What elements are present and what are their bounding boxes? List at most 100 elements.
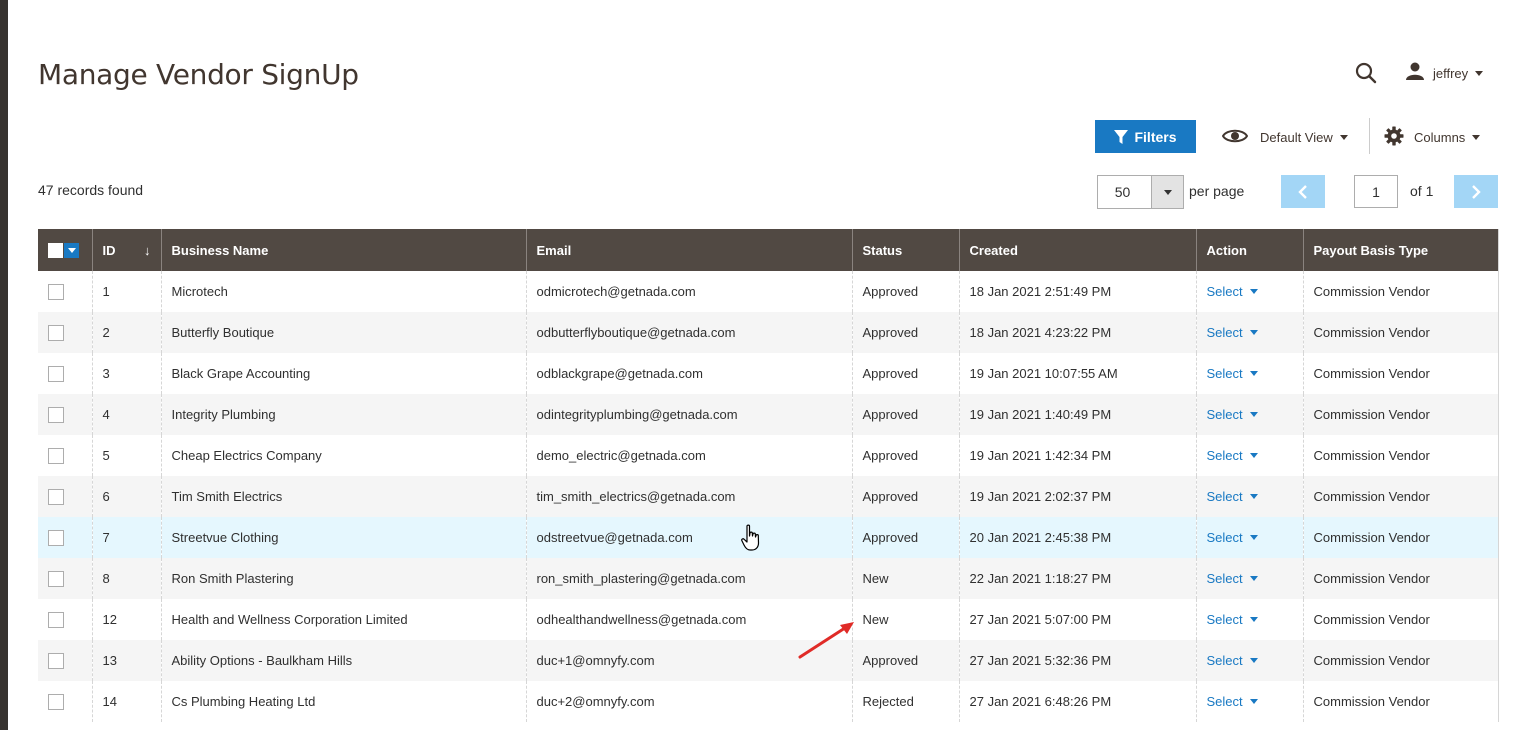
cell-created: 18 Jan 2021 2:51:49 PM: [958, 271, 1196, 312]
cell-status: Approved: [851, 271, 959, 312]
cell-email: odbutterflyboutique@getnada.com: [525, 312, 852, 353]
cell-id: 3: [91, 353, 161, 394]
column-header-created[interactable]: Created: [958, 229, 1196, 271]
page-number-input[interactable]: 1: [1354, 175, 1398, 208]
table-row[interactable]: 12 Health and Wellness Corporation Limite…: [38, 599, 1498, 640]
row-action-label: Select: [1206, 366, 1243, 381]
row-checkbox[interactable]: [48, 570, 64, 587]
chevron-left-icon: [1298, 184, 1307, 199]
cell-payout: Commission Vendor: [1302, 599, 1498, 640]
chevron-down-icon: [1249, 412, 1258, 417]
cell-email: odstreetvue@getnada.com: [525, 517, 852, 558]
row-checkbox[interactable]: [48, 652, 64, 669]
table-row[interactable]: 7 Streetvue Clothing odstreetvue@getnada.c…: [38, 517, 1498, 558]
row-action-select[interactable]: Select: [1207, 612, 1258, 627]
eye-icon: [1221, 128, 1249, 147]
cell-business: Ability Options - Baulkham Hills: [160, 640, 526, 681]
cell-created: 18 Jan 2021 4:23:22 PM: [958, 312, 1196, 353]
cell-id: 14: [91, 681, 161, 722]
row-action-select[interactable]: Select: [1207, 407, 1258, 422]
filters-button[interactable]: Filters: [1095, 120, 1196, 153]
cell-email: odmicrotech@getnada.com: [525, 271, 852, 312]
per-page-select[interactable]: 50: [1097, 175, 1184, 209]
per-page-dropdown-button[interactable]: [1151, 176, 1183, 208]
cell-payout: Commission Vendor: [1302, 476, 1498, 517]
column-header-id[interactable]: ID ↓: [91, 229, 161, 271]
row-action-select[interactable]: Select: [1207, 366, 1258, 381]
row-select-cell: [38, 640, 92, 681]
cell-created: 19 Jan 2021 2:02:37 PM: [958, 476, 1196, 517]
row-action-label: Select: [1206, 530, 1243, 545]
row-action-select[interactable]: Select: [1207, 571, 1258, 586]
table-row[interactable]: 3 Black Grape Accounting odblackgrape@getn…: [38, 353, 1498, 394]
row-checkbox[interactable]: [48, 529, 64, 546]
mass-select-header[interactable]: [38, 229, 92, 271]
cell-action: Select: [1195, 640, 1303, 681]
cell-status: New: [851, 558, 959, 599]
cell-business: Cs Plumbing Heating Ltd: [160, 681, 526, 722]
cell-business: Tim Smith Electrics: [160, 476, 526, 517]
row-action-select[interactable]: Select: [1207, 489, 1258, 504]
cell-business: Health and Wellness Corporation Limited: [160, 599, 526, 640]
columns-selector[interactable]: Columns: [1384, 125, 1481, 149]
cell-action: Select: [1195, 394, 1303, 435]
row-checkbox[interactable]: [48, 406, 64, 423]
cell-business: Streetvue Clothing: [160, 517, 526, 558]
cell-status: Rejected: [851, 681, 959, 722]
column-header-payout-basis-type[interactable]: Payout Basis Type: [1302, 229, 1498, 271]
row-action-label: Select: [1206, 571, 1243, 586]
row-action-select[interactable]: Select: [1207, 653, 1258, 668]
view-selector[interactable]: Default View: [1221, 125, 1348, 149]
row-select-cell: [38, 394, 92, 435]
chevron-down-icon: [1249, 617, 1258, 622]
row-checkbox[interactable]: [48, 324, 64, 341]
row-checkbox[interactable]: [48, 693, 64, 710]
cell-created: 22 Jan 2021 1:18:27 PM: [958, 558, 1196, 599]
row-action-select[interactable]: Select: [1207, 530, 1258, 545]
column-header-business-name[interactable]: Business Name: [160, 229, 526, 271]
cell-status: Approved: [851, 476, 959, 517]
column-header-email[interactable]: Email: [525, 229, 852, 271]
chevron-down-icon: [1249, 330, 1258, 335]
table-row[interactable]: 8 Ron Smith Plastering ron_smith_plasterin…: [38, 558, 1498, 599]
table-row[interactable]: 4 Integrity Plumbing odintegrityplumbing@g…: [38, 394, 1498, 435]
cell-business: Integrity Plumbing: [160, 394, 526, 435]
mass-select-checkbox[interactable]: [48, 242, 63, 258]
cell-payout: Commission Vendor: [1302, 435, 1498, 476]
row-checkbox[interactable]: [48, 447, 64, 464]
row-checkbox[interactable]: [48, 283, 64, 300]
row-checkbox[interactable]: [48, 488, 64, 505]
row-checkbox[interactable]: [48, 365, 64, 382]
mass-select-dropdown[interactable]: [64, 242, 79, 258]
cell-email: ron_smith_plastering@getnada.com: [525, 558, 852, 599]
row-action-label: Select: [1206, 653, 1243, 668]
search-icon[interactable]: [1354, 61, 1378, 85]
column-header-status[interactable]: Status: [851, 229, 959, 271]
row-select-cell: [38, 599, 92, 640]
next-page-button[interactable]: [1454, 175, 1498, 208]
row-action-label: Select: [1206, 448, 1243, 463]
cell-action: Select: [1195, 271, 1303, 312]
per-page-label: per page: [1189, 183, 1245, 199]
table-row[interactable]: 1 Microtech odmicrotech@getnada.com Approve…: [38, 271, 1498, 312]
table-row[interactable]: 13 Ability Options - Baulkham Hills duc+1@…: [38, 640, 1498, 681]
admin-sidebar-edge: [0, 0, 8, 730]
chevron-down-icon: [1339, 134, 1348, 140]
table-row[interactable]: 2 Butterfly Boutique odbutterflyboutique@g…: [38, 312, 1498, 353]
table-row[interactable]: 14 Cs Plumbing Heating Ltd duc+2@omnyfy.co…: [38, 681, 1498, 722]
row-action-select[interactable]: Select: [1207, 325, 1258, 340]
row-select-cell: [38, 271, 92, 312]
prev-page-button[interactable]: [1281, 175, 1325, 208]
row-action-select[interactable]: Select: [1207, 448, 1258, 463]
cell-id: 5: [91, 435, 161, 476]
chevron-down-icon: [67, 247, 76, 253]
cell-created: 19 Jan 2021 1:40:49 PM: [958, 394, 1196, 435]
row-checkbox[interactable]: [48, 611, 64, 628]
table-row[interactable]: 5 Cheap Electrics Company demo_electric@ge…: [38, 435, 1498, 476]
table-row[interactable]: 6 Tim Smith Electrics tim_smith_electrics@…: [38, 476, 1498, 517]
user-menu[interactable]: jeffrey: [1405, 60, 1484, 86]
row-action-select[interactable]: Select: [1207, 694, 1258, 709]
row-action-select[interactable]: Select: [1207, 284, 1258, 299]
view-label: Default View: [1260, 129, 1333, 145]
row-select-cell: [38, 681, 92, 722]
